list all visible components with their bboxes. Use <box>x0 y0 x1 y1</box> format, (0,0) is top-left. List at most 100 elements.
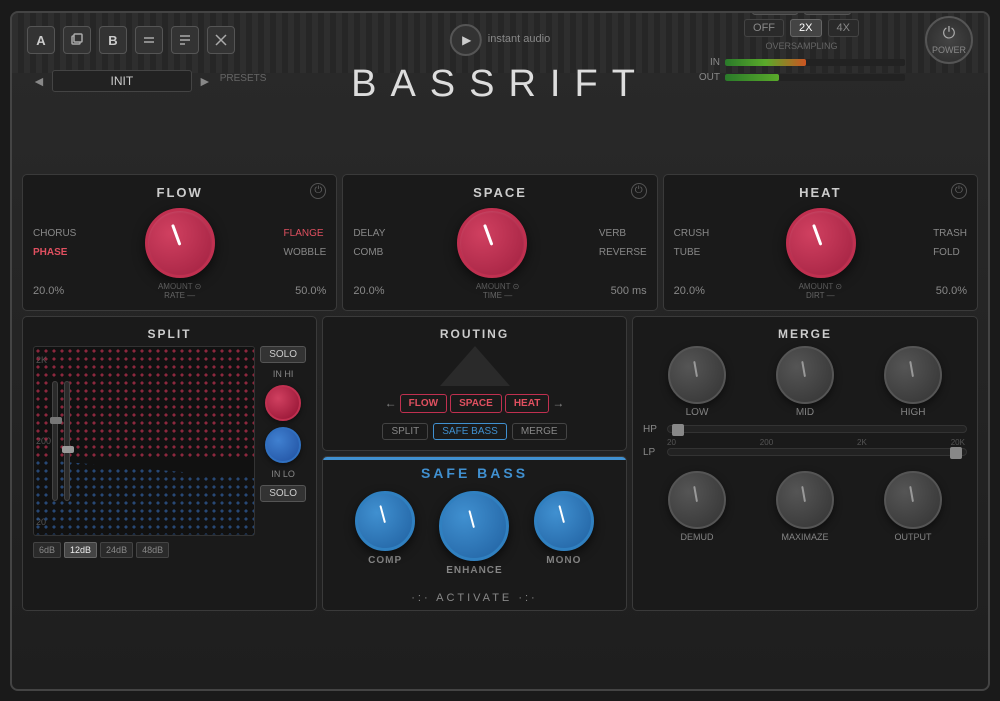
safe-bass-knobs: COMP ENHANCE MONO <box>323 486 626 586</box>
lp-filter-row: LP <box>643 447 967 458</box>
output-knob[interactable] <box>884 471 942 529</box>
mono-label: MONO <box>546 555 581 566</box>
reverse-label: REVERSE <box>599 247 647 258</box>
main-content: FLOW ⏻ CHORUS PHASE FLANGE WOBBLE 20.0% <box>12 172 988 616</box>
demud-knob[interactable] <box>668 471 726 529</box>
comp-knob[interactable] <box>355 491 415 551</box>
plugin-container: A B instant audio AGC <box>10 11 990 691</box>
mid-col: MID <box>776 346 834 418</box>
mid-label: MID <box>796 407 814 418</box>
routing-path-row: SPLIT SAFE BASS MERGE <box>333 423 616 440</box>
agc-button[interactable]: AGC <box>752 11 798 16</box>
4x-button[interactable]: 4X <box>828 19 859 37</box>
routing-split-btn[interactable]: SPLIT <box>382 423 428 440</box>
center-panel: ROUTING ← FLOW SPACE HEAT → <box>322 316 627 611</box>
flow-module: FLOW ⏻ CHORUS PHASE FLANGE WOBBLE 20.0% <box>22 174 337 311</box>
filter-ticks: 20 200 2K 20K <box>643 438 967 447</box>
preset-btn-a[interactable]: A <box>27 26 55 54</box>
routing-merge-btn[interactable]: MERGE <box>512 423 567 440</box>
routing-arrow-right: → <box>552 396 564 410</box>
heat-left-pct: 20.0% <box>674 285 705 297</box>
low-col: LOW <box>668 346 726 418</box>
flow-right-pct: 50.0% <box>295 285 326 297</box>
high-knob[interactable] <box>884 346 942 404</box>
split-visualizer: 2K 200 20 <box>33 346 255 536</box>
plugin-title: BASSRIFT <box>351 63 649 106</box>
split-lo-knob[interactable] <box>265 427 301 463</box>
power-button[interactable]: ⏻ POWER <box>925 16 973 64</box>
heat-knob[interactable] <box>786 208 856 278</box>
routing-flow-box[interactable]: FLOW <box>400 394 447 413</box>
clip-button[interactable]: CLIP <box>804 11 850 16</box>
2x-button[interactable]: 2X <box>790 19 821 37</box>
slider-2-thumb[interactable] <box>62 446 74 453</box>
trash-label: TRASH <box>933 228 967 239</box>
flow-knob[interactable] <box>145 208 215 278</box>
db-6-button[interactable]: 6dB <box>33 542 61 558</box>
routing-title: ROUTING <box>333 327 616 341</box>
preset-btn-4[interactable] <box>171 26 199 54</box>
maximize-col: MAXIMAZE <box>776 471 834 542</box>
in-meter-row: IN <box>698 57 905 68</box>
flow-amount-label: AMOUNT ⊙ <box>158 282 201 291</box>
mid-knob[interactable] <box>776 346 834 404</box>
activate-button[interactable]: ACTIVATE <box>323 586 626 610</box>
enhance-knob[interactable] <box>439 491 509 561</box>
split-hi-knob[interactable] <box>265 385 301 421</box>
preset-btn-b[interactable]: B <box>99 26 127 54</box>
heat-dirt-label: DIRT — <box>799 291 842 300</box>
demud-col: DEMUD <box>668 471 726 542</box>
space-amount-label: AMOUNT ⊙ <box>476 282 519 291</box>
maximize-knob[interactable] <box>776 471 834 529</box>
db-48-button[interactable]: 48dB <box>136 542 169 558</box>
verb-label: VERB <box>599 228 647 239</box>
space-title: SPACE <box>353 185 646 200</box>
preset-next-button[interactable]: ► <box>198 73 212 89</box>
flange-label: FLANGE <box>284 228 327 239</box>
lp-slider[interactable] <box>667 448 967 456</box>
space-module: SPACE ⏻ DELAY COMB VERB REVERSE 20.0% <box>342 174 657 311</box>
safe-bass-module: SAFE BASS COMP ENHANCE MONO <box>322 456 627 611</box>
preset-prev-button[interactable]: ◄ <box>32 73 46 89</box>
tick-2k: 2K <box>857 438 867 447</box>
split-solo-lo-button[interactable]: SOLO <box>260 485 306 502</box>
low-knob[interactable] <box>668 346 726 404</box>
presets-label: PRESETS <box>220 73 267 88</box>
slider-1-thumb[interactable] <box>50 417 62 424</box>
split-solo-hi-button[interactable]: SOLO <box>260 346 306 363</box>
flow-left-pct: 20.0% <box>33 285 64 297</box>
slider-1[interactable] <box>52 381 58 501</box>
preset-name-display[interactable]: INIT <box>52 70 192 92</box>
flow-power-button[interactable]: ⏻ <box>310 183 326 199</box>
split-panel: SPLIT 2K 200 20 <box>22 316 317 611</box>
db-24-button[interactable]: 24dB <box>100 542 133 558</box>
tube-label: TUBE <box>674 247 710 258</box>
split-controls: SOLO IN HI IN LO SOLO <box>260 346 306 536</box>
preset-btn-3[interactable] <box>135 26 163 54</box>
preset-btn-copy[interactable] <box>63 26 91 54</box>
output-col: OUTPUT <box>884 471 942 542</box>
hp-handle[interactable] <box>672 424 684 436</box>
hp-slider[interactable] <box>667 425 967 433</box>
in-meter-bar <box>725 59 905 66</box>
preset-btn-5[interactable] <box>207 26 235 54</box>
heat-power-button[interactable]: ⏻ <box>951 183 967 199</box>
mono-knob[interactable] <box>534 491 594 551</box>
space-time-label: TIME — <box>476 291 519 300</box>
routing-heat-box[interactable]: HEAT <box>505 394 549 413</box>
routing-arrow-left: ← <box>385 396 397 410</box>
routing-safe-bass-btn[interactable]: SAFE BASS <box>433 423 507 440</box>
slider-2[interactable] <box>64 381 70 501</box>
db-12-button[interactable]: 12dB <box>64 542 97 558</box>
routing-space-box[interactable]: SPACE <box>450 394 502 413</box>
space-knob[interactable] <box>457 208 527 278</box>
lp-label: LP <box>643 447 663 458</box>
lp-handle[interactable] <box>950 447 962 459</box>
logo-text: instant audio <box>488 33 550 46</box>
oversampling-label: OVERSAMPLING <box>765 41 837 51</box>
off-button[interactable]: OFF <box>744 19 784 37</box>
comp-label: COMP <box>368 555 402 566</box>
enhance-label: ENHANCE <box>446 565 502 576</box>
space-power-button[interactable]: ⏻ <box>631 183 647 199</box>
wobble-label: WOBBLE <box>284 247 327 258</box>
